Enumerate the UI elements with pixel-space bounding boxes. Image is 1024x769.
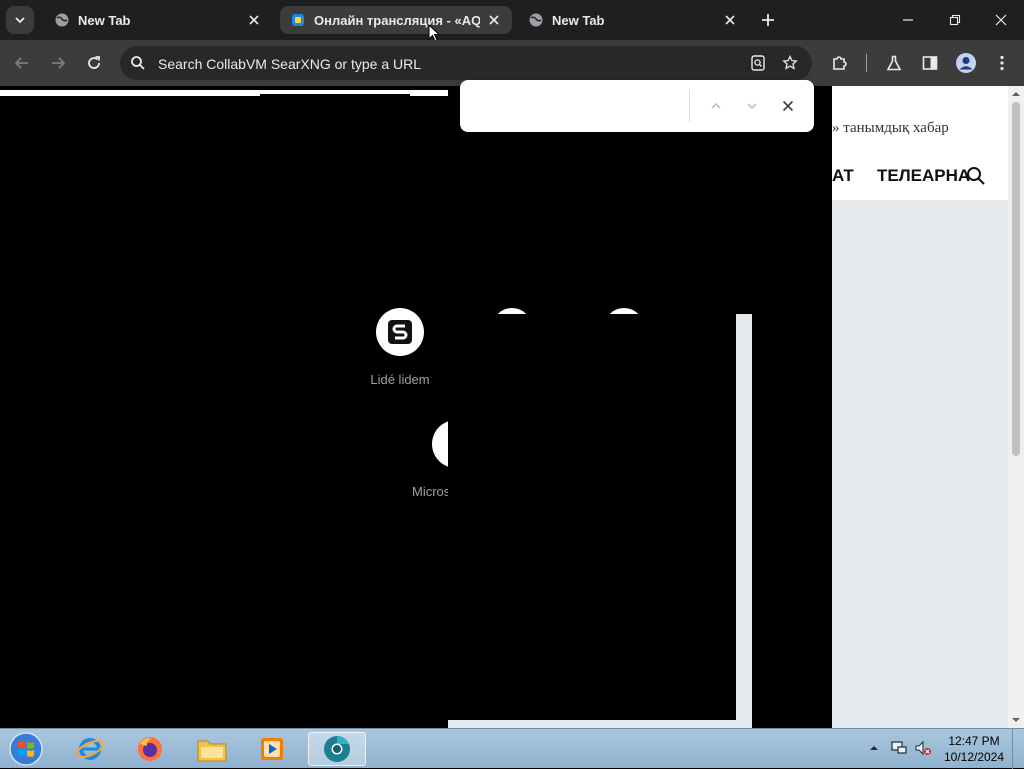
avatar-icon: [956, 53, 976, 73]
glitch-edge: [736, 314, 752, 728]
close-tab-icon[interactable]: [722, 12, 738, 28]
close-tab-icon[interactable]: [486, 12, 502, 28]
tab-new-tab-2[interactable]: New Tab: [518, 6, 748, 34]
clock-time: 12:47 PM: [948, 734, 1000, 748]
arrow-right-icon: [52, 57, 66, 69]
reload-icon: [88, 56, 100, 69]
webpage-fragment: » танымдық хабар АТ ТЕЛЕАРНА: [832, 86, 1008, 728]
tab-title: New Tab: [78, 12, 131, 28]
windows-taskbar: 12:47 PM 10/12/2024: [0, 728, 1024, 769]
scroll-down-arrow-icon[interactable]: [1011, 715, 1021, 725]
show-desktop-button[interactable]: [1012, 729, 1024, 769]
windows-start-icon[interactable]: [6, 731, 46, 767]
new-tab-button[interactable]: [756, 8, 780, 32]
kebab-menu-icon: [1000, 55, 1004, 71]
bookmark-star-icon[interactable]: [778, 51, 802, 75]
labs-button[interactable]: [880, 49, 908, 77]
system-clock[interactable]: 12:47 PM 10/12/2024: [938, 733, 1010, 765]
flask-icon: [886, 55, 902, 71]
seznam-s-icon: [376, 308, 424, 356]
site-subtitle: » танымдық хабар: [832, 120, 949, 136]
find-close-button[interactable]: [776, 94, 800, 118]
clock-date: 10/12/2024: [943, 750, 1005, 764]
shortcut-label: Lidé lidem: [370, 372, 430, 387]
find-separator: [689, 90, 690, 122]
rendering-glitch-panel: [448, 314, 736, 720]
restore-button[interactable]: [941, 6, 969, 34]
find-input[interactable]: [474, 90, 690, 124]
tab-new-tab-1[interactable]: New Tab: [44, 6, 272, 34]
globe-icon: [528, 12, 544, 28]
scroll-up-arrow-icon[interactable]: [1011, 89, 1021, 99]
reload-button[interactable]: [80, 49, 108, 77]
chevron-down-icon: [747, 103, 757, 110]
close-window-button[interactable]: [987, 6, 1015, 34]
plus-icon: [762, 14, 774, 26]
menu-button[interactable]: [988, 49, 1016, 77]
restore-icon: [949, 14, 961, 26]
page-content: » танымдық хабар АТ ТЕЛЕАРНА Lidé lidem …: [0, 86, 1024, 728]
glitch-edge: [448, 720, 736, 728]
close-tab-icon[interactable]: [246, 12, 262, 28]
volume-muted-icon[interactable]: [914, 739, 932, 757]
page-search-icon[interactable]: [746, 51, 770, 75]
extensions-button[interactable]: [826, 49, 854, 77]
nav-item-partial[interactable]: АТ: [832, 166, 854, 186]
tab-title: Онлайн трансляция - «AQTÖBE»: [314, 12, 480, 28]
media-player-icon[interactable]: [248, 732, 296, 766]
side-panel-icon: [922, 56, 938, 70]
scrollbar-thumb[interactable]: [1012, 102, 1020, 456]
chrome-dev-icon: [324, 736, 350, 762]
tab-strip: New Tab Онлайн трансляция - «AQTÖBE» New…: [0, 0, 1024, 42]
minimize-icon: [903, 19, 913, 21]
tab-title: New Tab: [552, 12, 605, 28]
search-icon: [128, 53, 148, 73]
site-header: » танымдық хабар АТ ТЕЛЕАРНА: [832, 86, 1008, 200]
file-explorer-icon[interactable]: [188, 732, 236, 766]
forward-button[interactable]: [44, 49, 72, 77]
chevron-down-icon: [15, 17, 25, 24]
side-panel-button[interactable]: [916, 49, 944, 77]
aqtobe-favicon-icon: [290, 12, 306, 28]
address-input[interactable]: [156, 46, 740, 82]
shortcut-tile[interactable]: Lidé lidem: [352, 308, 448, 387]
close-icon: [782, 100, 794, 112]
puzzle-icon: [833, 56, 847, 70]
firefox-icon[interactable]: [126, 732, 174, 766]
glitch-panel: [752, 314, 832, 728]
toolbar-separator: [866, 54, 867, 72]
chrome-taskbar-button[interactable]: [308, 732, 366, 766]
close-icon: [995, 14, 1007, 26]
internet-explorer-icon[interactable]: [66, 732, 114, 766]
minimize-button[interactable]: [894, 6, 922, 34]
chevron-up-icon: [711, 102, 721, 109]
nav-item-tv-channel[interactable]: ТЕЛЕАРНА: [877, 166, 970, 186]
tab-aqtobe-live[interactable]: Онлайн трансляция - «AQTÖBE»: [280, 6, 512, 34]
find-in-page-bar: [460, 80, 814, 132]
tray-expand-icon[interactable]: [868, 739, 880, 757]
find-next-button[interactable]: [740, 94, 764, 118]
glitch-strip: [260, 94, 410, 96]
arrow-left-icon: [14, 57, 28, 69]
find-previous-button[interactable]: [704, 94, 728, 118]
tab-search-button[interactable]: [6, 6, 34, 34]
back-button[interactable]: [8, 49, 36, 77]
network-icon[interactable]: [890, 739, 908, 757]
profile-button[interactable]: [952, 49, 980, 77]
page-scrollbar[interactable]: [1008, 86, 1024, 728]
address-bar[interactable]: [120, 46, 812, 82]
search-icon[interactable]: [966, 166, 986, 186]
globe-icon: [54, 12, 70, 28]
